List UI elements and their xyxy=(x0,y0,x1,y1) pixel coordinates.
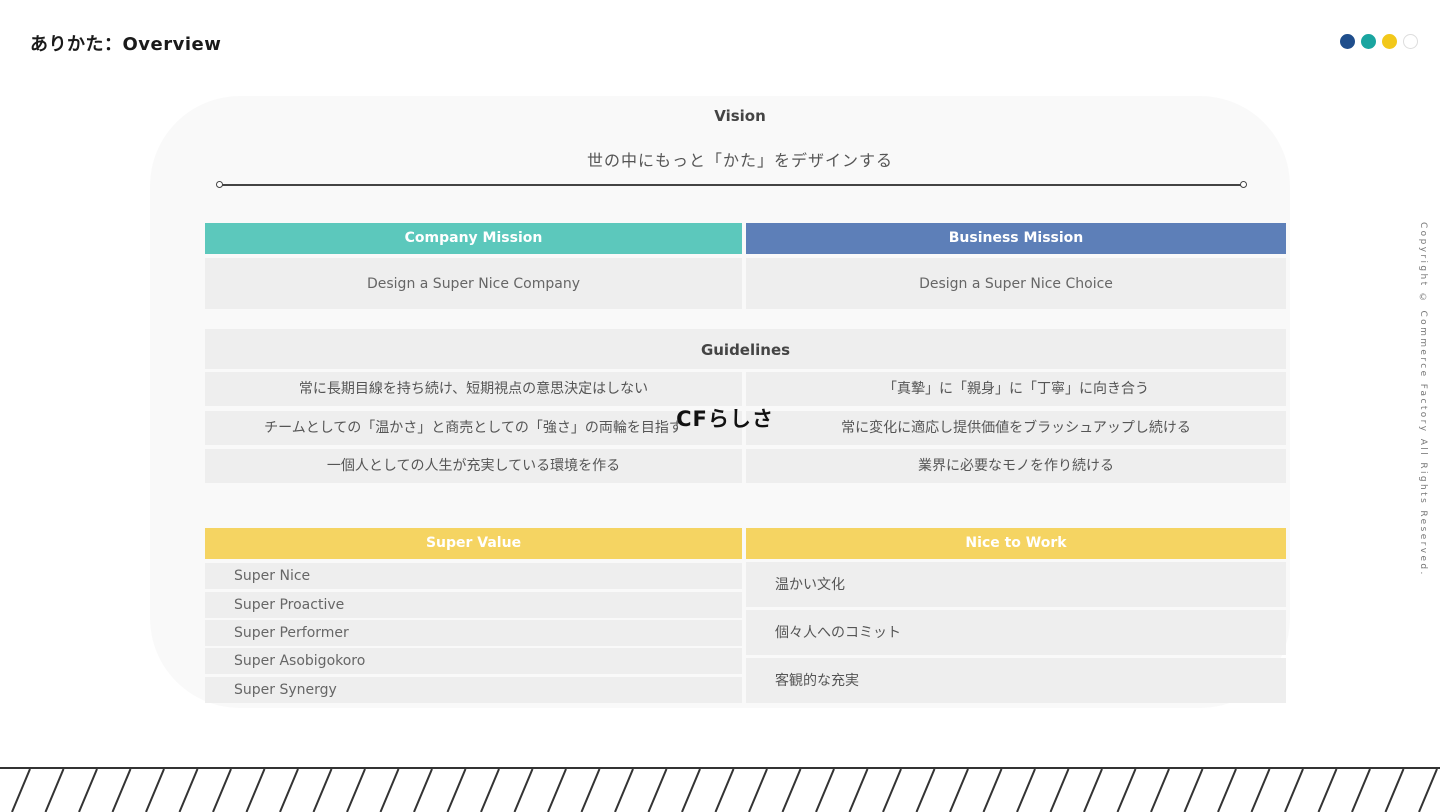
footer-stripe xyxy=(1250,769,1271,812)
footer-stripe xyxy=(111,769,132,812)
footer-stripe xyxy=(480,769,500,812)
divider-end-right xyxy=(1240,181,1247,188)
pager-dots xyxy=(1340,34,1418,49)
footer-stripe xyxy=(1049,769,1070,812)
company-mission-text: Design a Super Nice Company xyxy=(205,258,742,309)
super-value-item: Super Nice xyxy=(205,563,742,589)
guidelines-header: Guidelines xyxy=(205,329,1286,369)
guideline-left-1: 常に長期目線を持ち続け、短期視点の意思決定はしない xyxy=(205,372,742,406)
footer-stripe xyxy=(346,769,366,812)
footer-stripe xyxy=(1083,769,1103,812)
cf-rashisa-label: CFらしさ xyxy=(676,407,774,431)
footer-stripe xyxy=(1418,769,1438,812)
footer-stripe xyxy=(11,769,31,812)
footer-stripe xyxy=(1317,769,1338,812)
footer-stripe xyxy=(647,769,668,812)
page-title: ありかた：Overview xyxy=(30,34,222,55)
business-mission-header: Business Mission xyxy=(746,223,1286,254)
footer-stripe xyxy=(178,769,199,812)
footer-stripe xyxy=(245,769,266,812)
footer-stripe xyxy=(145,769,165,812)
footer-stripe xyxy=(212,769,232,812)
footer-stripe xyxy=(982,769,1003,812)
footer-stripe xyxy=(446,769,467,812)
guideline-right-1: 「真摯」に「親身」に「丁寧」に向き合う xyxy=(746,372,1286,406)
copyright-text: Copyright © Commerce Factory All Rights … xyxy=(1418,222,1428,577)
super-value-item: Super Synergy xyxy=(205,677,742,703)
business-mission-text: Design a Super Nice Choice xyxy=(746,258,1286,309)
super-value-header: Super Value xyxy=(205,528,742,559)
footer-stripe xyxy=(379,769,400,812)
footer-stripe xyxy=(815,769,835,812)
footer-stripe xyxy=(513,769,534,812)
footer-stripe xyxy=(1351,769,1371,812)
footer-stripe xyxy=(1384,769,1405,812)
divider-end-left xyxy=(216,181,223,188)
footer-stripe xyxy=(848,769,869,812)
footer-stripe xyxy=(547,769,567,812)
footer-stripe xyxy=(44,769,65,812)
footer-stripe xyxy=(312,769,333,812)
footer-stripe xyxy=(614,769,634,812)
footer-stripe xyxy=(1150,769,1170,812)
dot-navy xyxy=(1340,34,1355,49)
vision-text: 世の中にもっと「かた」をデザインする xyxy=(586,151,893,170)
footer-stripe xyxy=(915,769,936,812)
footer-stripe xyxy=(78,769,98,812)
dot-yellow xyxy=(1382,34,1397,49)
vision-label: Vision xyxy=(714,107,766,125)
footer-stripes xyxy=(0,767,1440,812)
dot-white xyxy=(1403,34,1418,49)
footer-stripe xyxy=(580,769,601,812)
super-value-item: Super Proactive xyxy=(205,592,742,618)
footer-stripe xyxy=(279,769,299,812)
guideline-left-3: 一個人としての人生が充実している環境を作る xyxy=(205,449,742,483)
nice-to-work-item: 温かい文化 xyxy=(746,562,1286,607)
dot-teal xyxy=(1361,34,1376,49)
footer-stripe xyxy=(748,769,768,812)
footer-stripe xyxy=(781,769,802,812)
guideline-right-3: 業界に必要なモノを作り続ける xyxy=(746,449,1286,483)
nice-to-work-item: 個々人へのコミット xyxy=(746,610,1286,655)
footer-stripe xyxy=(1183,769,1204,812)
super-value-item: Super Performer xyxy=(205,620,742,646)
footer-stripe xyxy=(1284,769,1304,812)
footer-stripe xyxy=(1016,769,1036,812)
footer-stripe xyxy=(413,769,433,812)
footer-stripe xyxy=(949,769,969,812)
footer-stripe xyxy=(1116,769,1137,812)
footer-stripe xyxy=(714,769,735,812)
super-value-item: Super Asobigokoro xyxy=(205,648,742,674)
nice-to-work-item: 客観的な充実 xyxy=(746,658,1286,703)
nice-to-work-header: Nice to Work xyxy=(746,528,1286,559)
vision-divider xyxy=(220,184,1244,186)
footer-stripe xyxy=(882,769,902,812)
footer-stripe xyxy=(1217,769,1237,812)
company-mission-header: Company Mission xyxy=(205,223,742,254)
footer-stripe xyxy=(681,769,701,812)
